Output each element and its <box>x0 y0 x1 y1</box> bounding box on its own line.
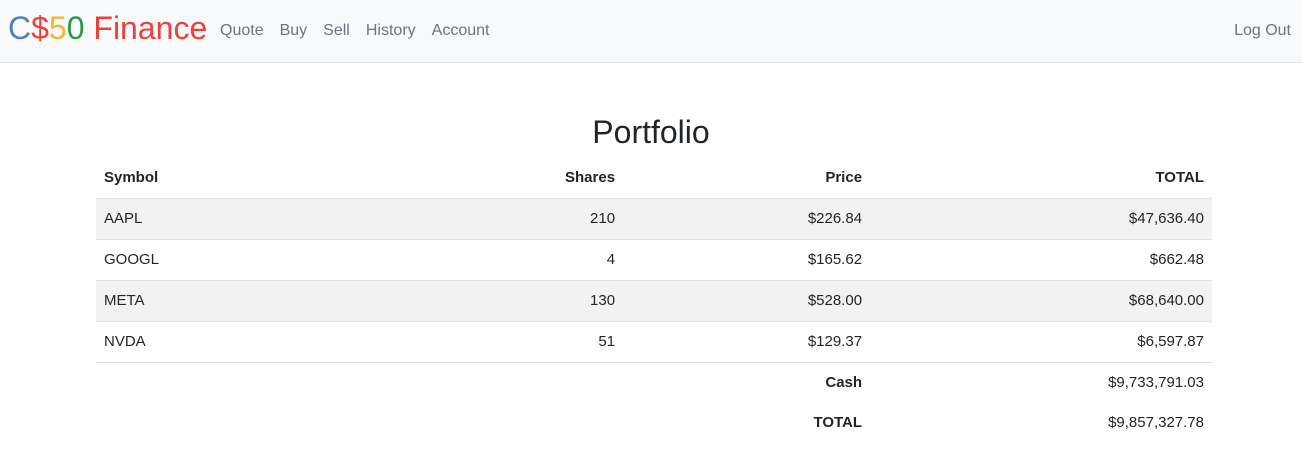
cell-symbol: NVDA <box>96 320 557 362</box>
cell-price: $129.37 <box>623 320 871 362</box>
brand-part: 5 <box>48 10 67 46</box>
table-row: GOOGL 4 $165.62 $662.48 <box>96 238 1212 280</box>
grand-total-row: TOTAL $9,857,327.78 <box>96 402 1212 442</box>
table-row: META 130 $528.00 $68,640.00 <box>96 279 1212 321</box>
cell-shares: 51 <box>557 320 624 362</box>
page-title: Portfolio <box>592 114 710 150</box>
header-price: Price <box>825 169 863 187</box>
cell-price: $165.62 <box>623 238 871 280</box>
nav-link-buy[interactable]: Buy <box>272 20 316 42</box>
brand-part: 0 <box>66 10 85 46</box>
brand-logo[interactable]: C$50 Finance <box>8 10 207 46</box>
cell-shares: 130 <box>557 279 624 321</box>
table-row: NVDA 51 $129.37 $6,597.87 <box>96 320 1212 362</box>
cell-shares: 210 <box>557 197 624 239</box>
table-header-row: Symbol Shares Price TOTAL <box>96 158 1212 198</box>
brand-part: C <box>8 10 32 46</box>
nav-link-sell[interactable]: Sell <box>315 20 358 42</box>
empty-cell <box>96 402 557 442</box>
nav-links: Quote Buy Sell History Account <box>212 20 497 42</box>
empty-cell <box>96 361 557 402</box>
nav-link-quote[interactable]: Quote <box>212 20 272 42</box>
brand-part: Finance <box>84 10 208 46</box>
cell-total: $47,636.40 <box>870 197 1212 239</box>
grand-total-label: TOTAL <box>813 413 863 431</box>
brand-part: $ <box>31 10 49 46</box>
table-row: AAPL 210 $226.84 $47,636.40 <box>96 197 1212 239</box>
cell-total: $6,597.87 <box>870 320 1212 362</box>
header-shares: Shares <box>565 169 616 187</box>
cash-value: $9,733,791.03 <box>870 361 1212 402</box>
header-symbol: Symbol <box>104 169 159 187</box>
cell-total: $68,640.00 <box>870 279 1212 321</box>
cell-symbol: GOOGL <box>96 238 557 280</box>
logout-link[interactable]: Log Out <box>1234 20 1291 42</box>
cell-price: $528.00 <box>623 279 871 321</box>
cell-price: $226.84 <box>623 197 871 239</box>
cell-shares: 4 <box>557 238 624 280</box>
empty-cell <box>557 361 624 402</box>
cash-row: Cash $9,733,791.03 <box>96 361 1212 402</box>
cell-symbol: AAPL <box>96 197 557 239</box>
nav-link-account[interactable]: Account <box>424 20 498 42</box>
cash-label: Cash <box>623 361 871 402</box>
cell-symbol: META <box>96 279 557 321</box>
navbar: C$50 Finance Quote Buy Sell History Acco… <box>0 0 1302 63</box>
grand-total-value: $9,857,327.78 <box>1108 413 1204 431</box>
portfolio-table: Symbol Shares Price TOTAL AAPL 210 $226.… <box>96 158 1212 442</box>
nav-link-history[interactable]: History <box>358 20 424 42</box>
header-total: TOTAL <box>1155 169 1204 187</box>
cell-total: $662.48 <box>870 238 1212 280</box>
empty-cell <box>557 402 623 442</box>
